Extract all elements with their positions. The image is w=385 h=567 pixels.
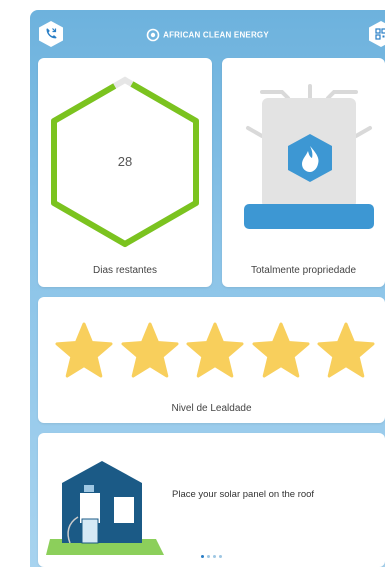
brand-name: AFRICAN CLEAN ENERGY	[163, 30, 269, 40]
pager-dot[interactable]	[207, 555, 210, 558]
ownership-label: Totalmente propriedade	[250, 265, 357, 276]
loyalty-card[interactable]: Nivel de Lealdade	[38, 297, 385, 423]
star-icon	[54, 321, 114, 379]
days-ring	[51, 76, 199, 248]
loyalty-label: Nivel de Lealdade	[171, 403, 252, 414]
days-remaining-value: 28	[117, 154, 133, 169]
ownership-card[interactable]: Totalmente propriedade	[222, 58, 385, 287]
star-icon	[316, 321, 376, 379]
pager-dot[interactable]	[219, 555, 222, 558]
app-screen: AFRICAN CLEAN ENERGY 28 Dias restantes T…	[30, 10, 385, 567]
pager-dots[interactable]	[38, 545, 385, 563]
brand-logo-icon	[146, 28, 160, 42]
brand-title: AFRICAN CLEAN ENERGY	[30, 28, 385, 42]
star-icon	[120, 321, 180, 379]
pager-dot[interactable]	[213, 555, 216, 558]
days-remaining-label: Dias restantes	[93, 265, 157, 276]
pager-dot[interactable]	[201, 555, 204, 558]
tips-card[interactable]: Place your solar panel on the roof	[38, 433, 385, 567]
star-icon	[185, 321, 245, 379]
cookstove-illustration	[244, 84, 374, 229]
tip-text: Place your solar panel on the roof	[172, 489, 315, 500]
days-remaining-card[interactable]: 28 Dias restantes	[38, 58, 212, 287]
star-icon	[251, 321, 311, 379]
scan-qr-button[interactable]	[368, 20, 385, 48]
qr-code-icon	[369, 21, 385, 47]
